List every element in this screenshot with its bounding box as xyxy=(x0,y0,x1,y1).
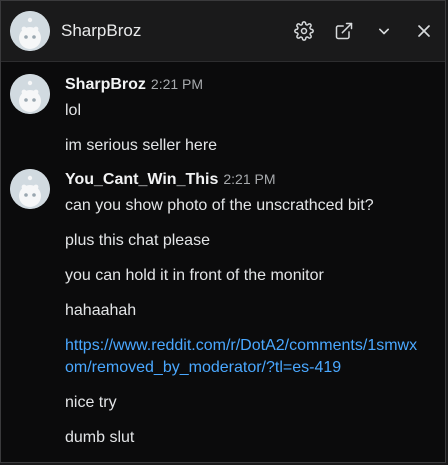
message-link-row: https://www.reddit.com/r/DotA2/comments/… xyxy=(65,335,445,379)
message-list: SharpBroz 2:21 PM lol im serious seller … xyxy=(1,62,445,449)
chat-window: SharpBroz SharpBroz 2:21 PM lol im serio… xyxy=(0,0,446,463)
message-header: SharpBroz 2:21 PM xyxy=(65,74,445,100)
avatar[interactable] xyxy=(10,11,50,51)
avatar[interactable] xyxy=(10,169,50,209)
message-text: lol xyxy=(65,102,82,119)
message-text: im serious seller here xyxy=(65,137,218,154)
close-icon xyxy=(418,25,430,37)
message-text: nice try xyxy=(65,394,117,411)
chevron-down-icon xyxy=(379,28,389,35)
username[interactable]: SharpBroz xyxy=(65,76,146,94)
timestamp: 2:21 PM xyxy=(223,171,276,187)
message-header: You_Cant_Win_This 2:21 PM xyxy=(65,169,445,195)
collapse-button[interactable] xyxy=(371,18,397,44)
avatar[interactable] xyxy=(10,74,50,114)
message-link[interactable]: https://www.reddit.com/r/DotA2/comments/… xyxy=(65,335,425,379)
message-text: can you show photo of the unscrathced bi… xyxy=(65,197,374,214)
timestamp: 2:21 PM xyxy=(150,76,204,92)
chat-title: SharpBroz xyxy=(61,21,142,40)
message-text: you can hold it in front of the monitor xyxy=(65,267,324,284)
message-text: dumb slut xyxy=(65,429,135,446)
message-group: You_Cant_Win_This 2:21 PM can you show p… xyxy=(1,169,445,449)
message-text: plus this chat please xyxy=(65,232,210,249)
gear-icon xyxy=(294,21,314,41)
settings-button[interactable] xyxy=(291,18,317,44)
username[interactable]: You_Cant_Win_This xyxy=(65,171,218,189)
open-external-button[interactable] xyxy=(331,18,357,44)
close-button[interactable] xyxy=(411,18,437,44)
chat-header: SharpBroz xyxy=(1,1,445,62)
open-external-icon xyxy=(335,22,353,40)
message-group: SharpBroz 2:21 PM lol im serious seller … xyxy=(1,74,445,157)
header-actions xyxy=(291,18,437,44)
message-text: hahaahah xyxy=(65,302,137,319)
